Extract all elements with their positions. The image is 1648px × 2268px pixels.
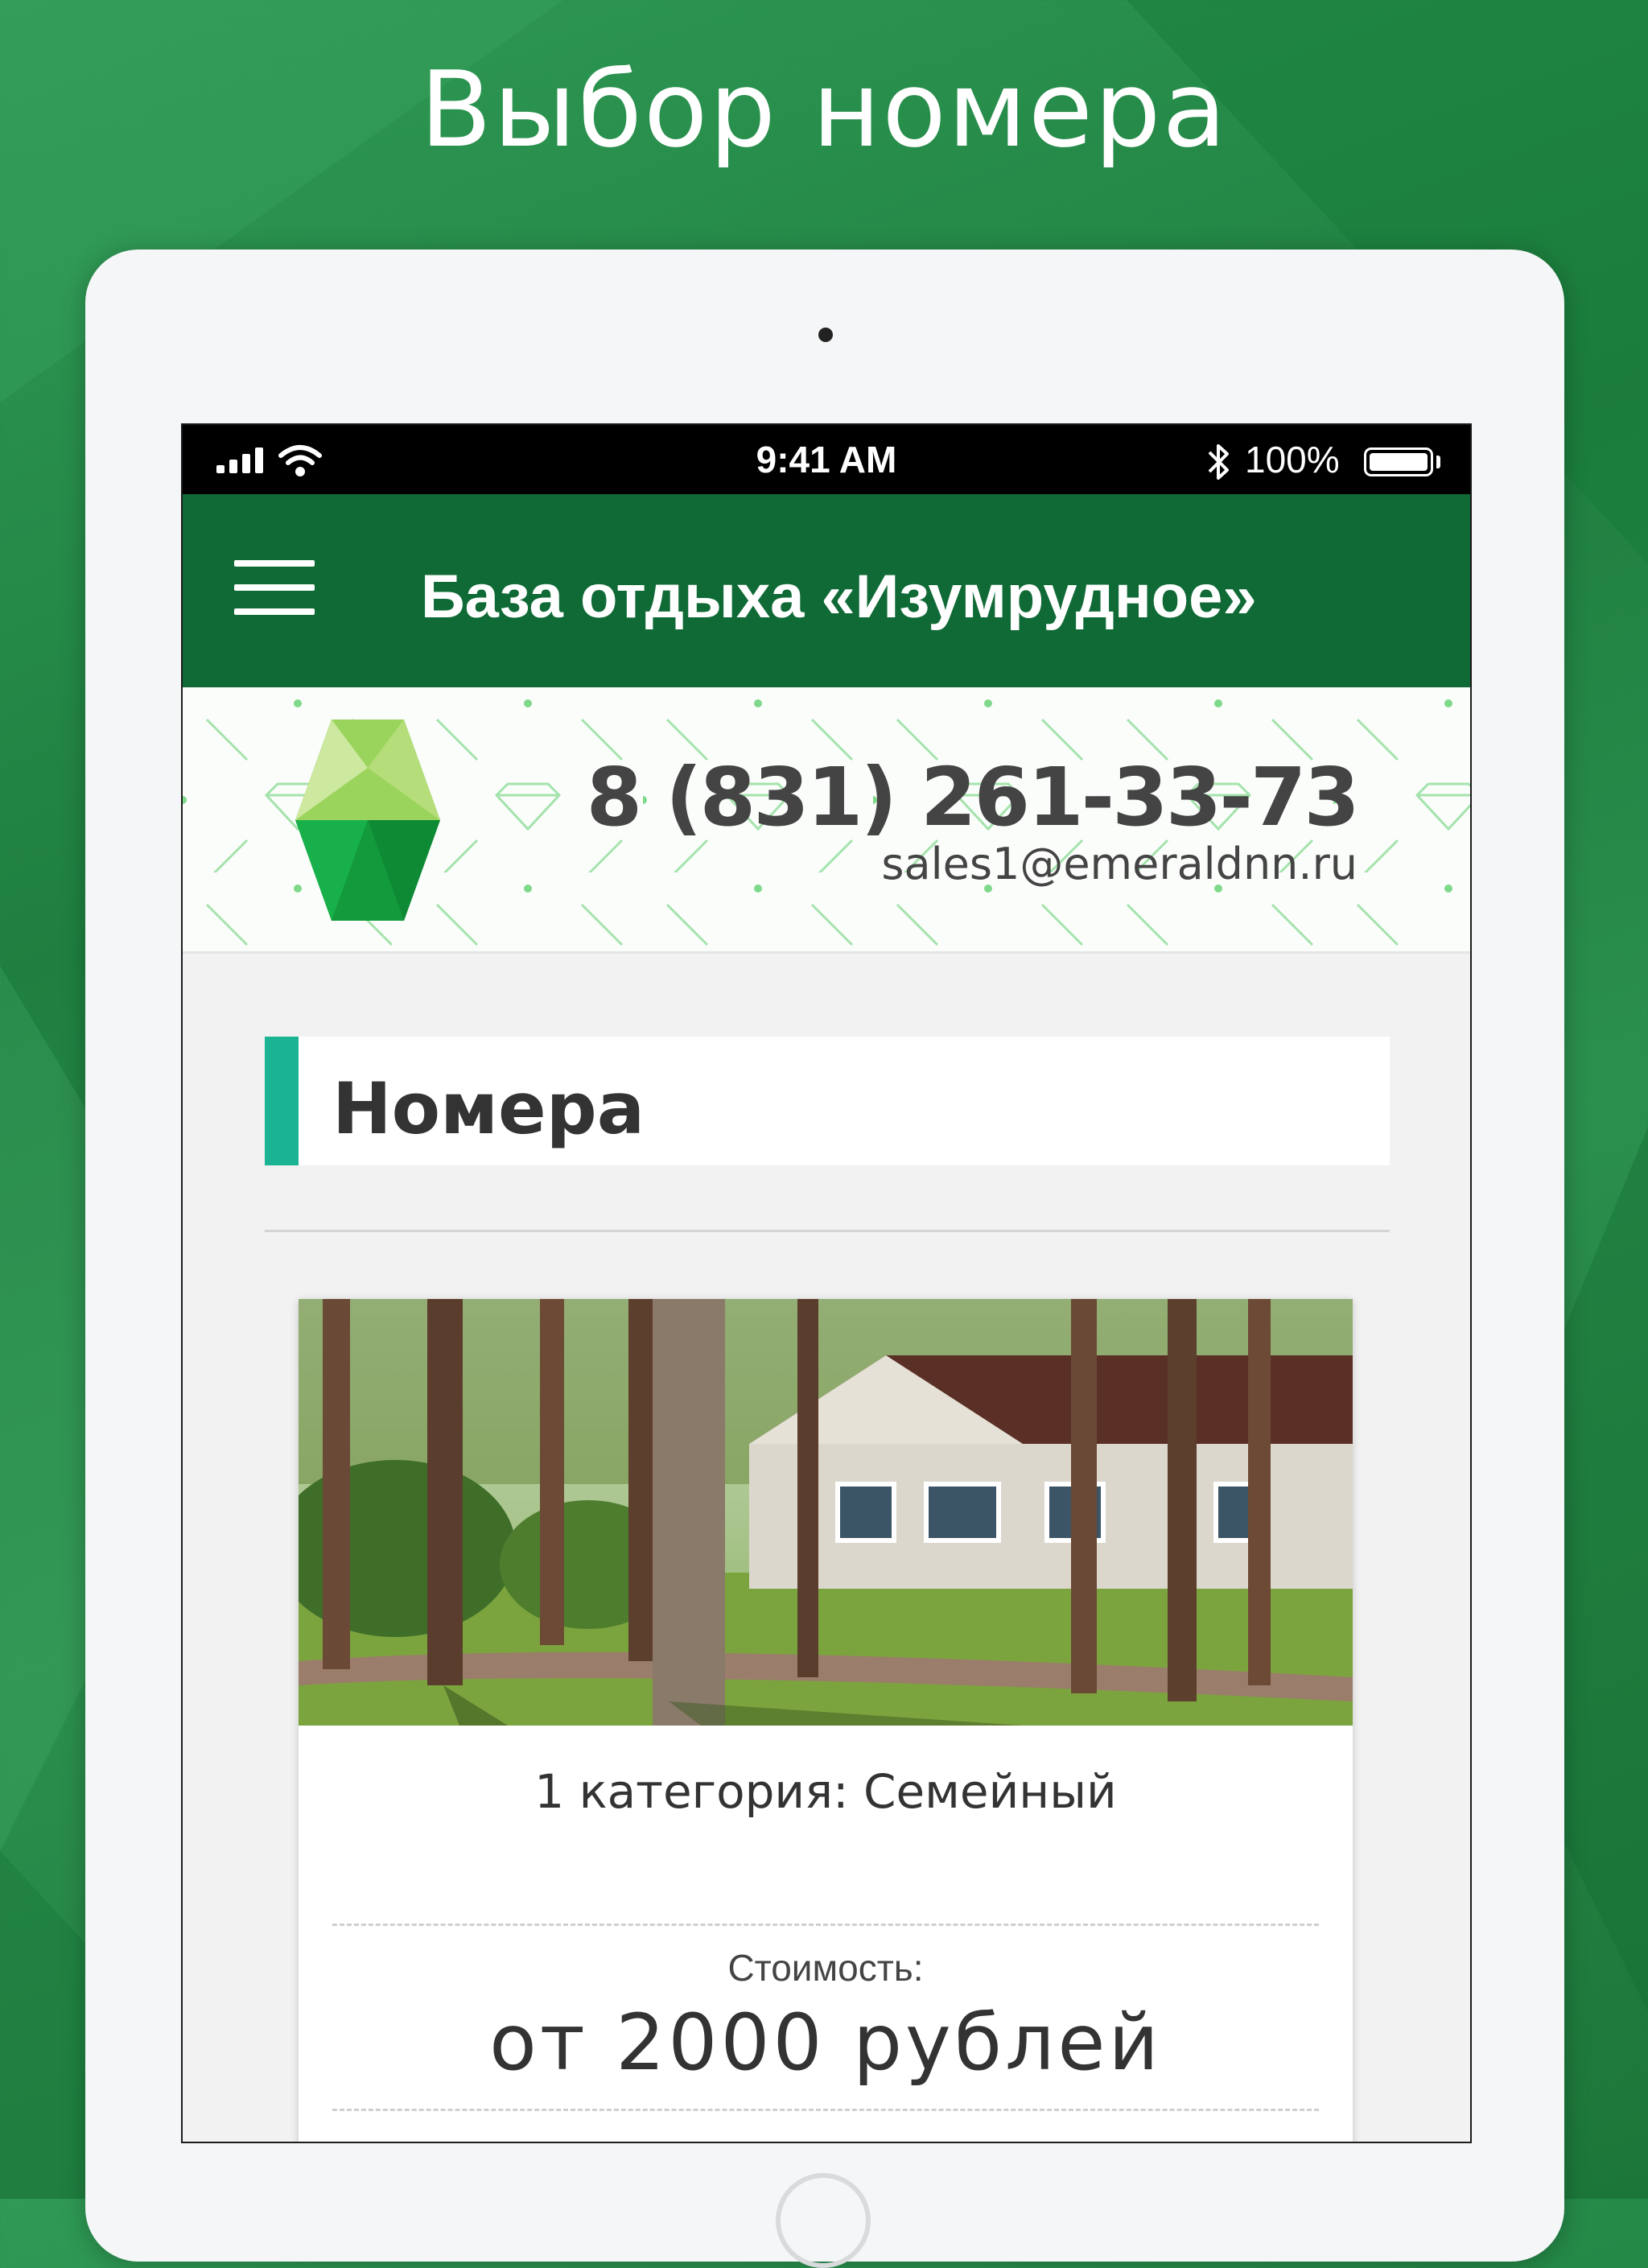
menu-icon[interactable] [234,560,315,616]
contact-banner: 8 (831) 261-33-73 sales1@emeraldnn.ru [183,687,1470,954]
section-accent-bar [265,1037,299,1165]
battery-percent: 100% [1245,439,1340,480]
contact-phone[interactable]: 8 (831) 261-33-73 [587,750,1360,844]
dashed-divider-top [332,1924,1319,1926]
room-card[interactable]: 1 категория: Семейный Стоимость: от 2000… [299,1299,1353,2142]
emerald-logo [295,720,440,921]
price-value: от 2000 рублей [489,1998,1162,2088]
section-heading: Номера [265,1037,1390,1165]
camera-dot [818,328,833,342]
room-photo [299,1299,1353,1726]
room-name[interactable]: 1 категория: Семейный [299,1764,1353,1819]
battery-icon [1364,447,1433,476]
bluetooth-icon [1208,444,1229,480]
app-screen: 9:41 AM 100% База отдыха «Изумрудное» 8 … [181,423,1472,2143]
price-label: Стоимость: [727,1947,924,1989]
app-title: База отдыха «Изумрудное» [421,563,1257,631]
battery-cap [1436,456,1440,468]
divider [265,1230,1390,1232]
dashed-divider-bottom [332,2109,1319,2111]
home-button[interactable] [776,2173,871,2268]
contact-email[interactable]: sales1@emeraldnn.ru [881,839,1358,889]
page-title: Выбор номера [419,48,1229,171]
status-bar: 9:41 AM 100% [183,425,1470,494]
app-bar: База отдыха «Изумрудное» [183,494,1470,687]
section-title: Номера [332,1067,645,1150]
